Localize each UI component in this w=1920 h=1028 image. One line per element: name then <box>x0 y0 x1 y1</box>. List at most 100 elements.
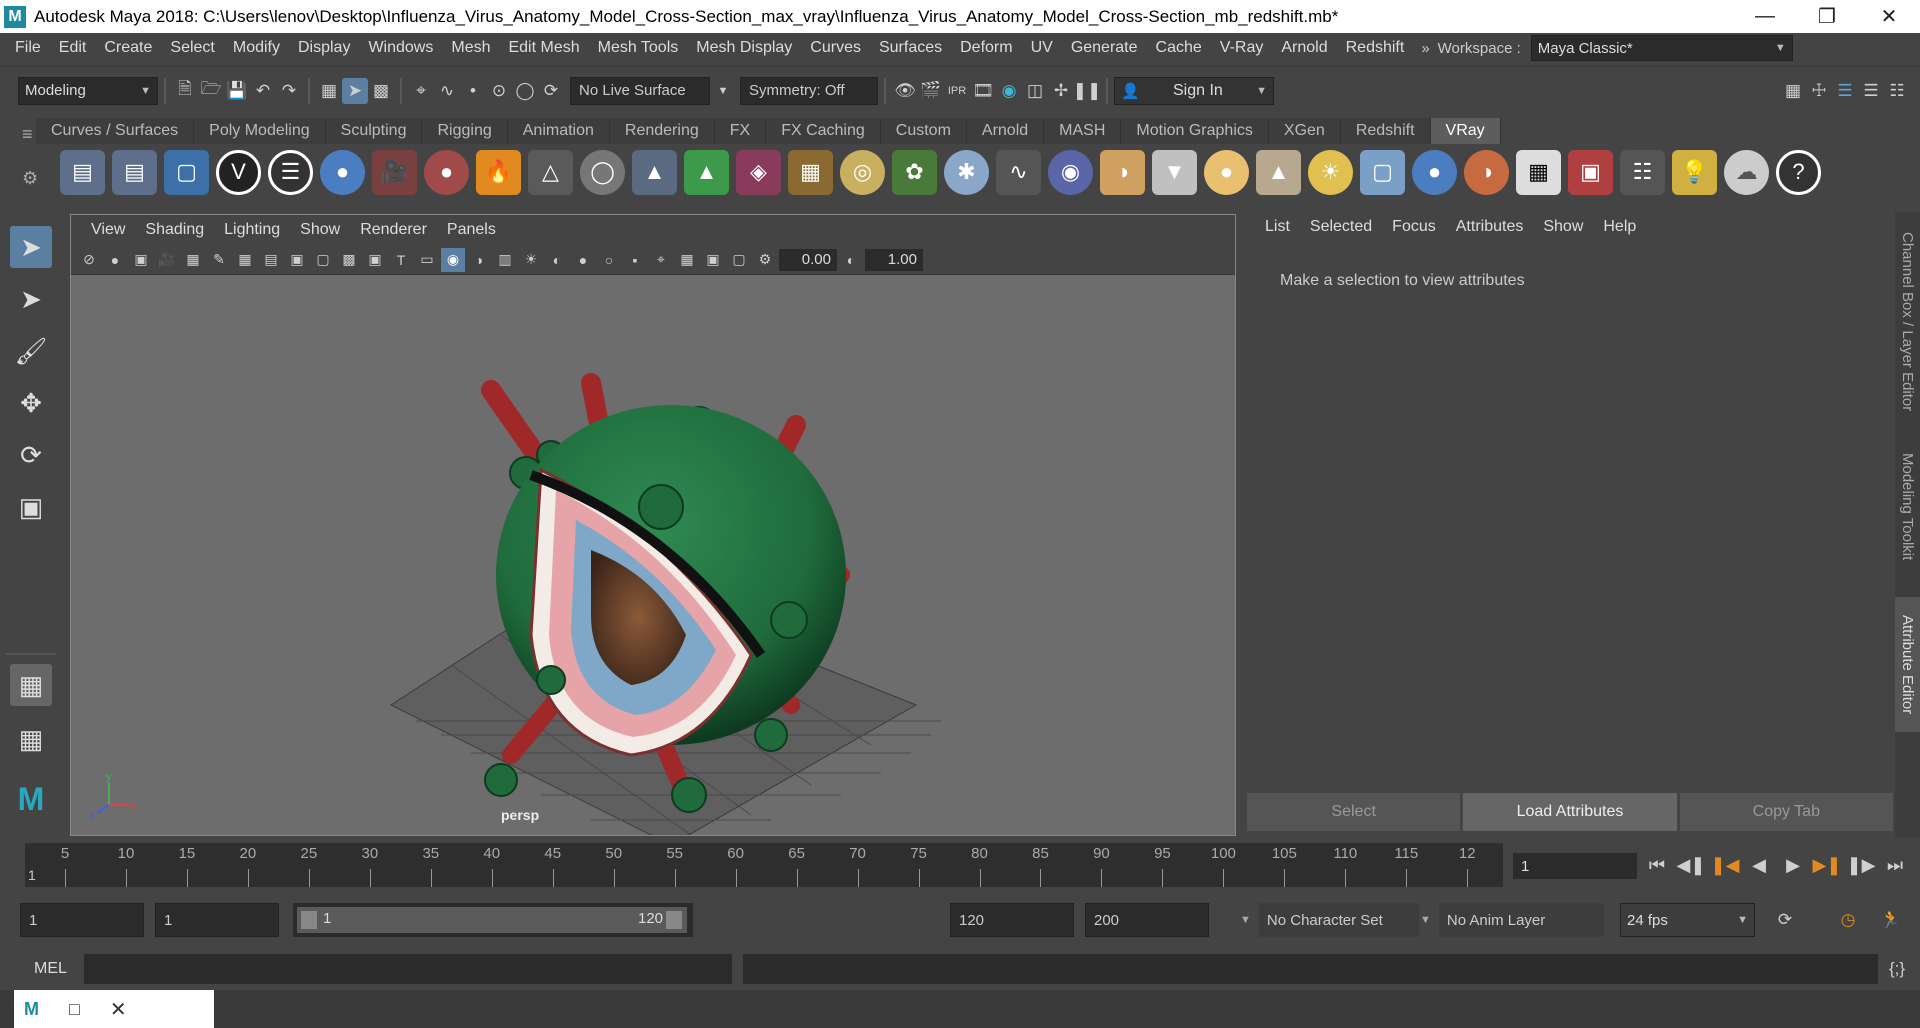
xray-joints-icon[interactable]: ▣ <box>701 248 725 272</box>
current-frame-field[interactable]: 1 <box>1513 853 1637 879</box>
ae-select-button[interactable]: Select <box>1247 793 1461 831</box>
channel-box-tab[interactable]: Channel Box / Layer Editor <box>1895 222 1920 422</box>
vray-sun-icon[interactable]: ◑ <box>1100 149 1145 195</box>
gamma-icon[interactable]: ◐ <box>839 248 863 272</box>
loop-icon[interactable]: ⟳ <box>1772 907 1798 933</box>
menu-mesh-tools[interactable]: Mesh Tools <box>589 39 688 57</box>
rotate-tool-icon[interactable]: ⟳ <box>10 434 52 476</box>
menu-deform[interactable]: Deform <box>951 39 1021 57</box>
viewport-scene[interactable]: y x z <box>71 275 1235 835</box>
character-set-field[interactable]: No Character Set <box>1258 903 1419 937</box>
four-view-layout-icon[interactable]: ▦ <box>10 718 52 760</box>
vray-cloud-icon[interactable]: ☁ <box>1724 149 1769 195</box>
vray-material-icon[interactable]: ● <box>320 149 365 195</box>
step-forward-key-icon[interactable]: ❚▶ <box>1847 852 1876 878</box>
vray-mesh-light-icon[interactable]: ▲ <box>684 149 729 195</box>
single-perspective-layout-icon[interactable]: ▦ <box>10 664 52 706</box>
minimized-window[interactable]: M □ ✕ <box>14 990 214 1028</box>
redo-icon[interactable]: ↷ <box>276 78 302 104</box>
vray-mtl-sphere-icon[interactable]: ● <box>1412 149 1457 195</box>
script-editor-icon[interactable]: {;} <box>1884 956 1910 982</box>
menu-uv[interactable]: UV <box>1022 39 1062 57</box>
shelf-tab-curves-surfaces[interactable]: Curves / Surfaces <box>36 118 195 144</box>
grid-icon[interactable]: ▦ <box>233 248 257 272</box>
move-tool-icon[interactable]: ✥ <box>10 382 52 424</box>
chevron-down-icon[interactable]: ▼ <box>1240 914 1251 926</box>
vray-render-settings-icon[interactable]: ▤ <box>60 149 105 195</box>
modeling-toolkit-icon[interactable]: ▦ <box>1780 78 1806 104</box>
snap-curve-icon[interactable]: ∿ <box>434 78 460 104</box>
menu-arnold[interactable]: Arnold <box>1272 39 1336 57</box>
menu-create[interactable]: Create <box>95 39 161 57</box>
shelf-tab-xgen[interactable]: XGen <box>1268 118 1341 144</box>
viewport-menu-renderer[interactable]: Renderer <box>350 221 437 239</box>
textured-icon[interactable]: ▥ <box>493 248 517 272</box>
shelf-tab-redshift[interactable]: Redshift <box>1340 118 1431 144</box>
select-tool-icon[interactable]: ➤ <box>10 226 52 268</box>
symmetry-field[interactable]: Symmetry: Off <box>740 76 878 105</box>
shelf-settings-gear-icon[interactable]: ⚙ <box>22 168 38 189</box>
vray-plane-icon[interactable]: △ <box>528 149 573 195</box>
shelf-tab-mash[interactable]: MASH <box>1044 118 1122 144</box>
ipr-render-icon[interactable]: IPR <box>944 78 970 104</box>
playback-end-field[interactable]: 120 <box>950 903 1074 937</box>
go-to-end-icon[interactable]: ⏭ <box>1881 852 1909 878</box>
select-component-icon[interactable]: ▩ <box>368 78 394 104</box>
ae-copy-tab-button[interactable]: Copy Tab <box>1679 793 1893 831</box>
range-slider-track[interactable]: 1 120 <box>293 903 693 937</box>
auto-key-icon[interactable]: ◷ <box>1835 907 1861 933</box>
menu-surfaces[interactable]: Surfaces <box>870 39 951 57</box>
vray-fire-icon[interactable]: 🔥 <box>476 149 521 195</box>
ambient-occlusion-icon[interactable]: ● <box>571 248 595 272</box>
vray-clipper-icon[interactable]: ◉ <box>1048 149 1093 195</box>
backface-culling-icon[interactable]: ▢ <box>727 248 751 272</box>
vray-scatter-icon[interactable]: ✱ <box>944 149 989 195</box>
vray-sphere-icon[interactable]: ◯ <box>580 149 625 195</box>
channel-box-icon[interactable]: ☷ <box>1884 78 1910 104</box>
ae-menu-focus[interactable]: Focus <box>1382 218 1446 236</box>
shelf-tab-animation[interactable]: Animation <box>507 118 610 144</box>
ae-menu-show[interactable]: Show <box>1533 218 1593 236</box>
maya-window-icon[interactable]: M <box>24 999 39 1020</box>
viewport-menu-panels[interactable]: Panels <box>437 221 506 239</box>
grease-pencil-icon[interactable]: ✎ <box>207 248 231 272</box>
vray-batch-icon[interactable]: ▤ <box>112 149 157 195</box>
paint-select-tool-icon[interactable]: 🖌 <box>10 330 52 372</box>
close-icon[interactable]: ✕ <box>110 997 127 1022</box>
animation-start-field[interactable]: 1 <box>20 903 144 937</box>
vray-frame-buffer-icon[interactable]: ▢ <box>164 149 209 195</box>
new-scene-icon[interactable]: 🗎 <box>172 78 198 104</box>
play-forwards-icon[interactable]: ▶ <box>1779 852 1807 878</box>
anim-layer-field[interactable]: No Anim Layer <box>1438 903 1604 937</box>
vray-sphere-light-icon[interactable]: ● <box>1204 149 1249 195</box>
vray-checker-icon[interactable]: ▦ <box>1516 149 1561 195</box>
viewport-menu-view[interactable]: View <box>81 221 135 239</box>
vray-texture-icon[interactable]: ▦ <box>788 149 833 195</box>
menu-generate[interactable]: Generate <box>1062 39 1147 57</box>
vray-grass-icon[interactable]: ✿ <box>892 149 937 195</box>
shade-wireframe-icon[interactable]: ◑ <box>467 248 491 272</box>
attribute-editor-toggle-icon[interactable]: ☰ <box>1832 78 1858 104</box>
render-frame-icon[interactable]: 🎬 <box>918 78 944 104</box>
shelf-tab-motion-graphics[interactable]: Motion Graphics <box>1121 118 1269 144</box>
go-to-start-icon[interactable]: ⏮ <box>1643 852 1671 878</box>
anti-aliasing-icon[interactable]: ▪ <box>623 248 647 272</box>
vray-sun-light-icon[interactable]: ☀ <box>1308 149 1353 195</box>
chevron-down-icon[interactable]: ▼ <box>710 78 736 104</box>
safe-action-icon[interactable]: ▣ <box>363 248 387 272</box>
shelf-tab-sculpting[interactable]: Sculpting <box>325 118 423 144</box>
ae-menu-selected[interactable]: Selected <box>1300 218 1382 236</box>
animation-preferences-icon[interactable]: 🏃 <box>1878 907 1904 933</box>
range-slider-bar[interactable] <box>297 907 687 933</box>
scale-tool-icon[interactable]: ▣ <box>10 486 52 528</box>
help-icon[interactable]: ? <box>1776 149 1821 195</box>
menu-curves[interactable]: Curves <box>801 39 870 57</box>
snap-grid-icon[interactable]: ⌖ <box>408 78 434 104</box>
playback-start-field[interactable]: 1 <box>155 903 279 937</box>
wireframe-icon[interactable]: ▭ <box>415 248 439 272</box>
animation-end-field[interactable]: 200 <box>1085 903 1209 937</box>
step-back-frame-icon[interactable]: ❚◀ <box>1711 852 1740 878</box>
select-camera-icon[interactable]: ⊘ <box>77 248 101 272</box>
bookmark-icon[interactable]: ▣ <box>129 248 153 272</box>
vray-displacement-icon[interactable]: ◈ <box>736 149 781 195</box>
